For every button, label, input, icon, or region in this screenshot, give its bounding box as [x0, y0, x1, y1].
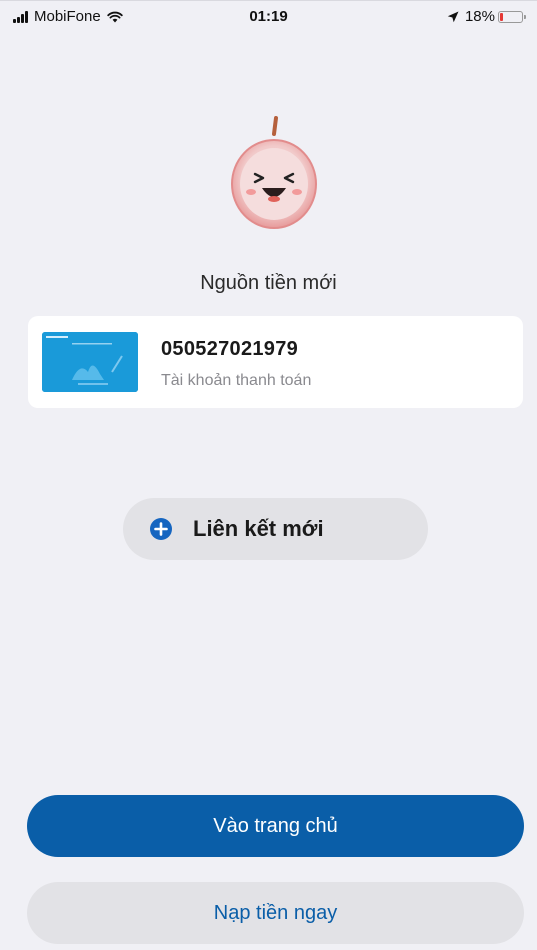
plus-circle-icon — [150, 518, 172, 540]
lychee-mascot-icon — [231, 116, 317, 229]
status-right: 18% — [447, 8, 526, 25]
battery-percent: 18% — [464, 8, 495, 25]
account-type: Tài khoản thanh toán — [161, 372, 312, 389]
link-new-label: Liên kết mới — [193, 516, 324, 541]
link-new-button[interactable]: Liên kết mới — [123, 498, 428, 560]
go-home-label: Vào trang chủ — [213, 814, 338, 837]
funding-source-card[interactable]: 050527021979 Tài khoản thanh toán — [28, 316, 523, 408]
account-number: 050527021979 — [161, 338, 299, 360]
top-up-now-label: Nạp tiền ngay — [213, 901, 338, 924]
top-up-now-button[interactable]: Nạp tiền ngay — [27, 882, 524, 944]
status-bar: MobiFone 01:19 18% — [0, 0, 537, 34]
battery-icon — [498, 10, 526, 23]
page-title: Nguồn tiền mới — [200, 272, 337, 294]
bank-card-icon — [42, 332, 138, 392]
location-arrow-icon — [447, 11, 459, 22]
go-home-button[interactable]: Vào trang chủ — [27, 795, 524, 857]
